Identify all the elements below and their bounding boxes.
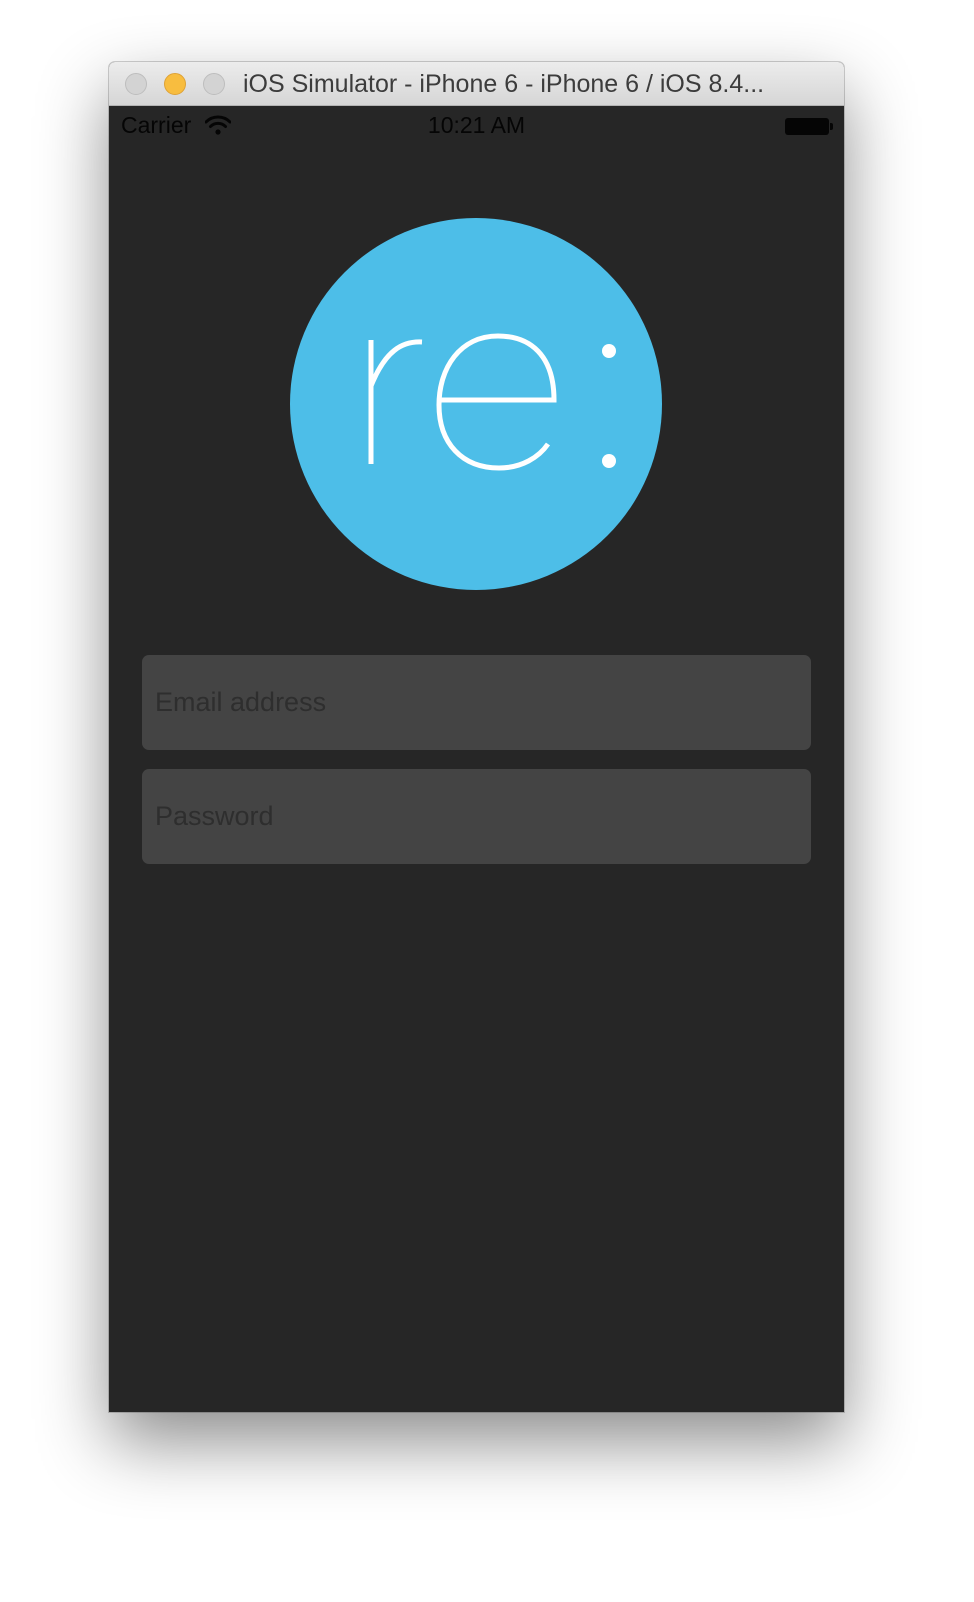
battery-icon: [785, 118, 833, 135]
password-input[interactable]: [142, 769, 811, 864]
zoom-window-button[interactable]: [203, 73, 225, 95]
ios-status-bar: Carrier 10:21 AM: [109, 106, 844, 146]
window-title: iOS Simulator - iPhone 6 - iPhone 6 / iO…: [243, 70, 765, 98]
simulator-window: iOS Simulator - iPhone 6 - iPhone 6 / iO…: [109, 62, 844, 1412]
minimize-window-button[interactable]: [164, 73, 186, 95]
email-input[interactable]: [142, 655, 811, 750]
password-field[interactable]: [142, 769, 811, 864]
logo-glyphs: [368, 333, 616, 471]
email-field[interactable]: [142, 655, 811, 750]
app-logo: [290, 218, 662, 590]
close-window-button[interactable]: [125, 73, 147, 95]
status-time: 10:21 AM: [427, 112, 526, 138]
window-titlebar: iOS Simulator - iPhone 6 - iPhone 6 / iO…: [109, 62, 844, 106]
